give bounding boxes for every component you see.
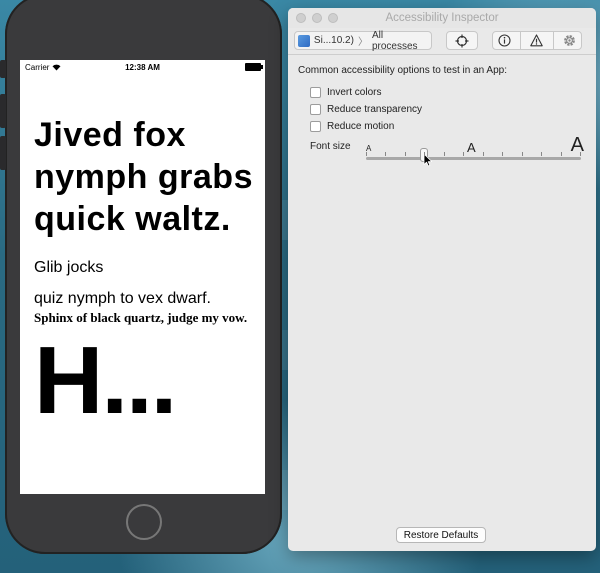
sample-serif-text: Sphinx of black quartz, judge my vow. xyxy=(34,310,248,325)
font-size-slider[interactable]: A A A xyxy=(366,134,584,169)
slider-tick xyxy=(522,152,523,156)
settings-panel: Common accessibility options to test in … xyxy=(288,55,596,177)
restore-defaults-button[interactable]: Restore Defaults xyxy=(396,527,486,543)
sample-huge-text: H... xyxy=(34,327,177,434)
slider-tick xyxy=(502,152,503,156)
toolbar: Si...10.2) 〉 All processes xyxy=(288,28,596,55)
sample-heading: Jived fox nymph grabs quick waltz. Glib … xyxy=(34,114,259,289)
inspector-mode-segment xyxy=(492,31,582,50)
target-selector[interactable]: Si...10.2) 〉 All processes xyxy=(294,29,432,52)
accessibility-inspector-window: Accessibility Inspector Si...10.2) 〉 All… xyxy=(288,8,596,551)
title-bar: Accessibility Inspector xyxy=(288,8,596,28)
invert-colors-label: Invert colors xyxy=(327,87,382,98)
home-button[interactable] xyxy=(126,504,162,540)
inspection-tab[interactable] xyxy=(498,34,511,47)
audit-tab[interactable] xyxy=(530,34,544,47)
chevron-right-icon: 〉 xyxy=(357,37,368,48)
slider-tick xyxy=(463,152,464,156)
slider-track xyxy=(366,157,581,160)
reduce-transparency-checkbox[interactable] xyxy=(310,104,321,115)
simulator-screen[interactable]: Carrier 12:38 AM Jived fox nymph grabs q… xyxy=(20,60,265,494)
sample-heading-text: Jived fox nymph grabs quick waltz. xyxy=(34,116,253,238)
slider-tick xyxy=(366,152,367,156)
segment-divider xyxy=(552,32,554,49)
volume-down-button xyxy=(0,136,6,170)
slider-tick xyxy=(405,152,406,156)
target-app-label: Si...10.2) xyxy=(313,35,354,46)
option-reduce-motion[interactable]: Reduce motion xyxy=(310,118,586,135)
option-reduce-transparency[interactable]: Reduce transparency xyxy=(310,101,586,118)
segment-divider xyxy=(520,32,522,49)
window-title: Accessibility Inspector xyxy=(385,12,499,24)
slider-tick xyxy=(444,152,445,156)
status-time: 12:38 AM xyxy=(125,62,160,72)
simulator-iphone: Carrier 12:38 AM Jived fox nymph grabs q… xyxy=(0,0,282,554)
inspection-pointer-button[interactable] xyxy=(446,31,478,50)
status-bar: Carrier 12:38 AM xyxy=(20,60,265,74)
info-icon xyxy=(498,34,511,47)
sample-inline-text: Glib jocks xyxy=(34,259,104,276)
slider-tick xyxy=(483,152,484,156)
mute-switch xyxy=(0,60,6,78)
slider-tick xyxy=(385,152,386,156)
slider-tick xyxy=(580,152,581,156)
invert-colors-checkbox[interactable] xyxy=(310,87,321,98)
font-size-mid-marker: A xyxy=(467,140,476,155)
reduce-motion-label: Reduce motion xyxy=(327,121,395,132)
font-size-large-marker: A xyxy=(570,134,584,156)
warning-icon xyxy=(530,34,544,47)
settings-description: Common accessibility options to test in … xyxy=(298,65,507,76)
simulator-app-icon xyxy=(298,34,310,47)
option-invert-colors[interactable]: Invert colors xyxy=(310,84,586,101)
slider-tick xyxy=(561,152,562,156)
gear-icon xyxy=(564,35,576,46)
target-process-label: All processes xyxy=(371,29,418,52)
font-size-label: Font size xyxy=(310,141,351,152)
option-list: Invert colors Reduce transparency Reduce… xyxy=(310,84,586,135)
reduce-motion-checkbox[interactable] xyxy=(310,121,321,132)
slider-tick xyxy=(424,152,425,156)
battery-icon xyxy=(245,63,263,71)
reduce-transparency-label: Reduce transparency xyxy=(327,104,423,115)
crosshair-icon xyxy=(455,34,469,47)
settings-tab[interactable] xyxy=(563,34,576,47)
sample-body-text: quiz nymph to vex dwarf. xyxy=(34,290,211,307)
slider-tick xyxy=(541,152,542,156)
volume-up-button xyxy=(0,94,6,128)
font-size-row: Font size A A A xyxy=(310,134,586,169)
sample-text-block: Jived fox nymph grabs quick waltz. Glib … xyxy=(34,114,259,429)
